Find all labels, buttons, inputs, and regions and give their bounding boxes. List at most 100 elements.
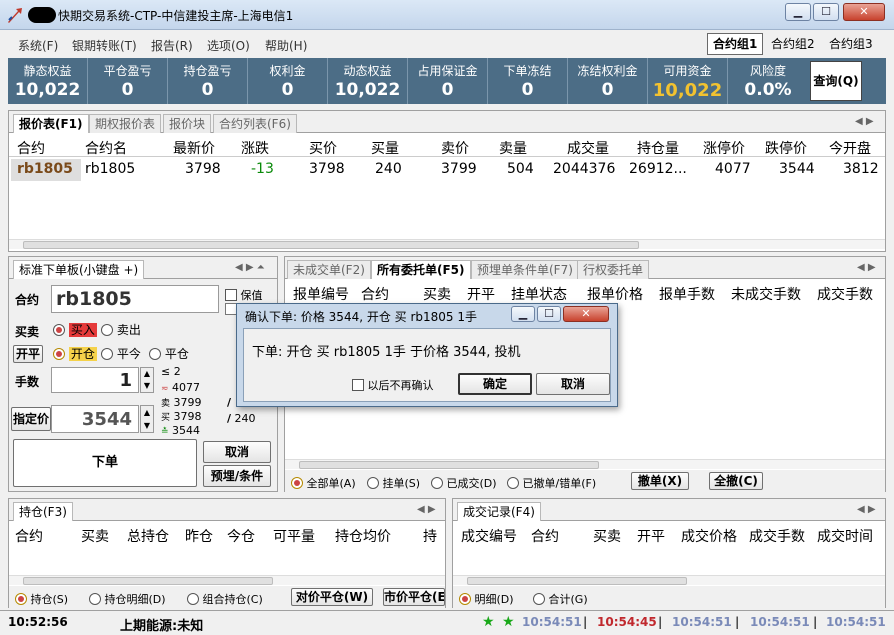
col-trade-time[interactable]: 成交时间 [817,526,873,546]
conditional-order-button[interactable]: 预埋/条件 [203,465,271,487]
tab-scroll-arrows[interactable]: ◀ ▶ [857,504,876,515]
tab-pending-orders[interactable]: 未成交单(F2) [287,260,371,279]
tab-scroll-arrows[interactable]: ◀ ▶ ⏶ [235,262,265,273]
col-side[interactable]: 买卖 [423,284,451,304]
menu-options[interactable]: 选项(O) [207,37,250,54]
market-close-button[interactable]: 市价平仓(E) [383,588,445,606]
col-lower-limit[interactable]: 跌停价 [765,138,807,158]
col-open-interest[interactable]: 持仓量 [637,138,679,158]
cancel-all-button[interactable]: 全撤(C) [709,472,763,490]
col-trade-price[interactable]: 成交价格 [681,526,737,546]
open-radio[interactable]: 开仓 [53,345,97,362]
combo-position-radio[interactable]: 组合持仓(C) [187,591,263,607]
col-open-close[interactable]: 开平 [467,284,495,304]
table-row[interactable]: rb1805 rb1805 3798 -13 3798 240 3799 504… [9,159,885,181]
col-trade-qty[interactable]: 成交手数 [749,526,805,546]
col-today-position[interactable]: 今仓 [227,526,255,546]
col-side[interactable]: 买卖 [81,526,109,546]
scroll-thumb[interactable] [23,241,639,249]
quote-hscrollbar[interactable] [9,239,885,249]
col-side[interactable]: 买卖 [593,526,621,546]
dialog-ok-button[interactable]: 确定 [458,373,532,395]
cancel-selected-button[interactable]: 撤单(X) [631,472,689,490]
col-filled-qty[interactable]: 成交手数 [817,284,873,304]
price-spinner[interactable]: ▲ ▼ [140,405,154,433]
col-contract-name[interactable]: 合约名 [85,138,127,158]
position-radio[interactable]: 持仓(S) [15,591,68,607]
trade-summary-radio[interactable]: 合计(G) [533,591,588,607]
col-order-price[interactable]: 报单价格 [587,284,643,304]
col-avg-price[interactable]: 持仓均价 [335,526,391,546]
col-today-open[interactable]: 今开盘 [829,138,871,158]
trade-detail-radio[interactable]: 明细(D) [459,591,514,607]
col-order-id[interactable]: 报单编号 [293,284,349,304]
tab-option-quote[interactable]: 期权报价表 [89,114,162,133]
close-today-radio[interactable]: 平今 [101,345,141,362]
col-upper-limit[interactable]: 涨停价 [703,138,745,158]
col-contract[interactable]: 合约 [531,526,559,546]
col-contract[interactable]: 合约 [17,138,45,158]
cancel-order-button[interactable]: 取消 [203,441,271,463]
dialog-cancel-button[interactable]: 取消 [536,373,610,395]
tab-scroll-arrows[interactable]: ◀ ▶ [857,262,876,273]
col-order-qty[interactable]: 报单手数 [659,284,715,304]
col-yesterday-position[interactable]: 昨仓 [185,526,213,546]
col-bid-vol[interactable]: 买量 [371,138,399,158]
tab-contract-group-2[interactable]: 合约组2 [765,33,821,55]
tab-quote-table[interactable]: 报价表(F1) [13,114,89,133]
tab-exercise-orders[interactable]: 行权委托单 [577,260,650,279]
position-hscrollbar[interactable] [9,575,445,585]
menu-system[interactable]: 系统(F) [18,37,58,54]
hedge-checkbox[interactable]: 保值 [225,287,263,303]
col-contract[interactable]: 合约 [15,526,43,546]
tab-contract-list[interactable]: 合约列表(F6) [213,114,297,133]
query-button[interactable]: 查询(Q) [810,61,862,101]
trades-hscrollbar[interactable] [453,575,885,585]
col-open-close[interactable]: 开平 [637,526,665,546]
dialog-close-button[interactable]: ✕ [563,306,609,322]
tab-scroll-arrows[interactable]: ◀ ▶ [417,504,436,515]
position-detail-radio[interactable]: 持仓明细(D) [89,591,166,607]
col-last-price[interactable]: 最新价 [173,138,215,158]
sell-radio[interactable]: 卖出 [101,321,141,338]
filter-all-radio[interactable]: 全部单(A) [291,475,356,491]
col-ask-vol[interactable]: 卖量 [499,138,527,158]
minimize-button[interactable]: ▁ [785,3,811,21]
filter-pending-radio[interactable]: 挂单(S) [367,475,420,491]
scroll-thumb[interactable] [23,577,273,585]
tab-conditional-orders[interactable]: 预埋单条件单(F7) [471,260,579,279]
tab-scroll-arrows[interactable]: ◀ ▶ [855,116,874,127]
menu-report[interactable]: 报告(R) [151,37,193,54]
no-confirm-checkbox[interactable]: 以后不再确认 [352,377,434,393]
contract-input[interactable]: rb1805 [51,285,219,313]
col-contract[interactable]: 合约 [361,284,389,304]
menu-help[interactable]: 帮助(H) [265,37,307,54]
col-change[interactable]: 涨跌 [241,138,269,158]
title-bar[interactable]: 快期交易系统-CTP-中信建投主席-上海电信1 ▁ ☐ ✕ [0,0,894,30]
maximize-button[interactable]: ☐ [813,3,839,21]
tab-position[interactable]: 持仓(F3) [13,502,73,521]
col-volume[interactable]: 成交量 [567,138,609,158]
price-input[interactable]: 3544 [51,405,139,433]
dialog-maximize-button[interactable]: ☐ [537,306,561,322]
price-type-button[interactable]: 指定价 [11,407,51,431]
filter-filled-radio[interactable]: 已成交(D) [431,475,497,491]
qty-spinner[interactable]: ▲ ▼ [140,367,154,393]
filter-cancelled-radio[interactable]: 已撤单/错单(F) [507,475,596,491]
submit-order-button[interactable]: 下单 [13,439,197,487]
col-unfilled-qty[interactable]: 未成交手数 [731,284,801,304]
scroll-thumb[interactable] [299,461,599,469]
col-bid[interactable]: 买价 [309,138,337,158]
col-total-position[interactable]: 总持仓 [127,526,169,546]
col-ask[interactable]: 卖价 [441,138,469,158]
confirm-order-dialog[interactable]: 确认下单: 价格 3544, 开仓 买 rb1805 1手 ▁ ☐ ✕ 下单: … [236,303,618,407]
scroll-thumb[interactable] [467,577,687,585]
orders-hscrollbar[interactable] [285,459,885,469]
tab-trade-records[interactable]: 成交记录(F4) [457,502,541,521]
col-closable[interactable]: 可平量 [273,526,315,546]
open-close-button[interactable]: 开平 [13,345,43,363]
counter-price-close-button[interactable]: 对价平仓(W) [291,588,373,606]
tab-standard-order[interactable]: 标准下单板(小键盘 +) [13,260,145,279]
buy-radio[interactable]: 买入 [53,321,97,338]
tab-all-orders[interactable]: 所有委托单(F5) [371,260,471,279]
